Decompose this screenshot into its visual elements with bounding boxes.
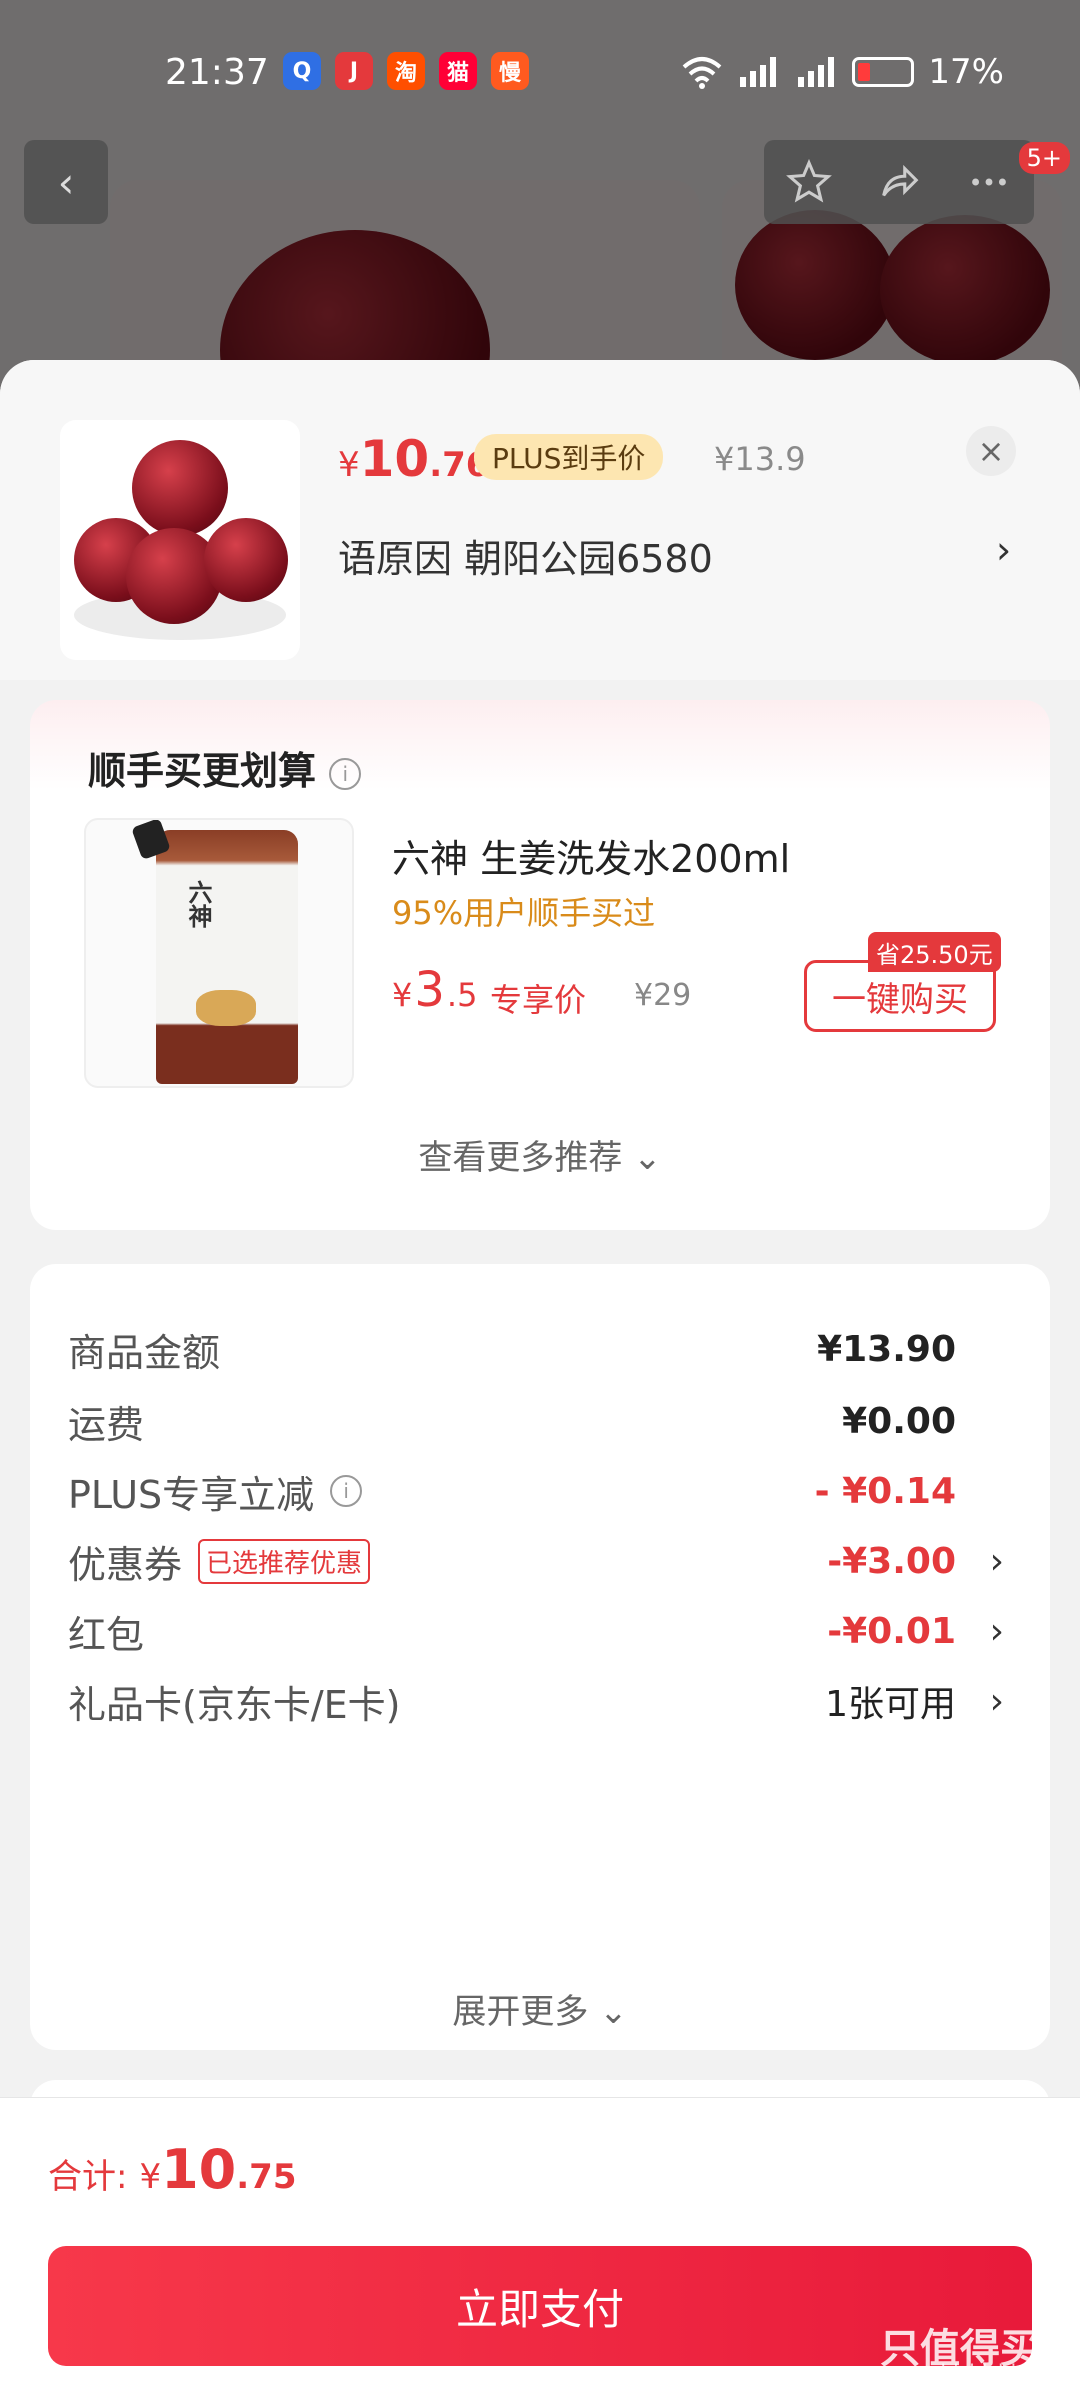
total-integer: 10 [161,2138,237,2201]
battery-icon [852,57,915,87]
manman-app-icon: 慢 [491,52,529,90]
checkout-sheet: ¥ 10 .76 PLUS到手价 ¥13.9 × 语原因 朝阳公园6580 › … [0,360,1080,2400]
close-icon: × [977,432,1005,470]
chevron-right-icon[interactable]: › [990,1681,1004,1722]
watermark-url: zhizhizhi.com [930,2360,1066,2384]
info-icon[interactable]: i [330,1475,363,1507]
price-integer: 10 [359,430,430,488]
fee-label: 商品金额 [68,1322,220,1377]
status-app-icons: QJ淘猫慢 [283,52,529,90]
back-button[interactable]: ‹ [24,140,108,224]
fee-label: 优惠券 已选推荐优惠 [68,1534,371,1589]
more-icon[interactable] [966,159,1012,205]
expand-more-link[interactable]: 展开更多 ⌄ [30,1984,1050,2033]
view-more-recommendations-link[interactable]: 查看更多推荐 ⌄ [30,1130,1050,1179]
back-icon: ‹ [57,157,75,207]
product-header: ¥ 10 .76 PLUS到手价 ¥13.9 × 语原因 朝阳公园6580 › [0,360,1080,680]
status-bar: 21:37 QJ淘猫慢 17% [0,40,1080,110]
fee-row[interactable]: 红包 -¥0.01 › [68,1596,1038,1666]
signal-5g-icon [740,57,777,87]
fee-label: 运费 [68,1394,144,1449]
info-icon[interactable]: i [329,757,362,790]
signal-5g-icon [798,57,835,87]
status-time: 21:37 [165,52,269,93]
price-decimal: .5 [446,976,478,1014]
fee-row[interactable]: 礼品卡(京东卡/E卡) 1张可用 › [68,1666,1038,1736]
fee-row: PLUS专享立减 i - ¥0.14 [68,1456,1038,1526]
total-decimal: .75 [236,2157,297,2197]
recommended-item-name[interactable]: 六神 生姜洗发水200ml [392,828,790,883]
apple-shape [132,440,228,536]
fee-value: - ¥0.14 [814,1470,956,1512]
fee-label-text: 运费 [68,1402,145,1447]
fee-value: ¥0.00 [842,1400,956,1442]
fee-summary-card: 商品金额 ¥13.90 运费 ¥0.00 PLUS专享立减 i - ¥0.14 优惠券 已选推荐… [30,1264,1050,2050]
taobao-app-icon: 淘 [387,52,425,90]
total-currency: ¥ [139,2157,162,2197]
chevron-right-icon[interactable]: › [996,528,1011,572]
jd-app-icon: J [335,52,373,90]
recommendation-title-text: 顺手买更划算 [88,749,317,793]
total-amount: 合计: ¥ 10 .75 [48,2138,297,2201]
wifi-icon [683,57,722,89]
fee-value: 1张可用 [825,1684,956,1725]
fee-label-text: 礼品卡(京东卡/E卡) [68,1682,401,1727]
tmall-app-icon: 猫 [439,52,477,90]
fee-label-text: 优惠券 [68,1542,183,1587]
status-indicators: 17% [682,52,1004,92]
product-price: ¥ 10 .76 [338,430,489,488]
coupon-selected-tag: 已选推荐优惠 [198,1538,371,1584]
exclusive-price-label: 专享价 [490,981,587,1019]
recommendation-title: 顺手买更划算 i [88,740,362,795]
original-price: ¥13.9 [714,440,806,478]
total-label: 合计: [48,2157,128,2197]
fee-label: 礼品卡(京东卡/E卡) [68,1674,400,1729]
apple-shape [204,518,288,602]
fee-row: 运费 ¥0.00 [68,1386,1038,1456]
search-app-icon: Q [283,52,321,90]
fee-label: PLUS专享立减 i [68,1464,363,1519]
plus-price-tag: PLUS到手价 [474,434,664,480]
fee-label: 红包 [68,1604,144,1659]
shampoo-pouch-shape [156,830,298,1084]
pouch-brand-text: 六神 [184,880,212,928]
product-thumbnail [60,420,300,660]
fee-label-text: PLUS专享立减 [68,1472,315,1517]
price-currency: ¥ [338,445,360,485]
recommended-item-image[interactable]: 六神 [84,818,354,1088]
recommendation-card: 顺手买更划算 i 六神 六神 生姜洗发水200ml 95%用户顺手买过 ¥ 3 … [30,700,1050,1230]
star-icon[interactable] [786,159,832,205]
recommended-original-price: ¥29 [634,978,692,1013]
recommended-item-price: ¥ 3 .5 [392,962,477,1018]
fee-value: -¥3.00 [827,1540,956,1582]
message-count-badge: 5+ [1018,142,1070,174]
price-integer: 3 [414,962,445,1018]
chevron-right-icon[interactable]: › [990,1611,1004,1652]
price-currency: ¥ [392,976,413,1014]
close-button[interactable]: × [966,426,1016,476]
battery-percent: 17% [928,52,1004,92]
share-icon[interactable] [876,159,922,205]
top-action-bar [764,140,1034,224]
chevron-right-icon[interactable]: › [990,1541,1004,1582]
savings-badge: 省25.50元 [868,932,1001,972]
recommended-item-bought-rate: 95%用户顺手买过 [392,894,656,932]
fee-label-text: 商品金额 [68,1330,221,1375]
fee-value: -¥0.01 [827,1610,956,1652]
fee-row[interactable]: 优惠券 已选推荐优惠 -¥3.00 › [68,1526,1038,1596]
fee-row: 商品金额 ¥13.90 [68,1314,1038,1384]
ginger-shape [196,990,256,1026]
fee-label-text: 红包 [68,1612,145,1657]
delivery-address[interactable]: 语原因 朝阳公园6580 [338,528,713,583]
fee-value: ¥13.90 [817,1328,956,1370]
